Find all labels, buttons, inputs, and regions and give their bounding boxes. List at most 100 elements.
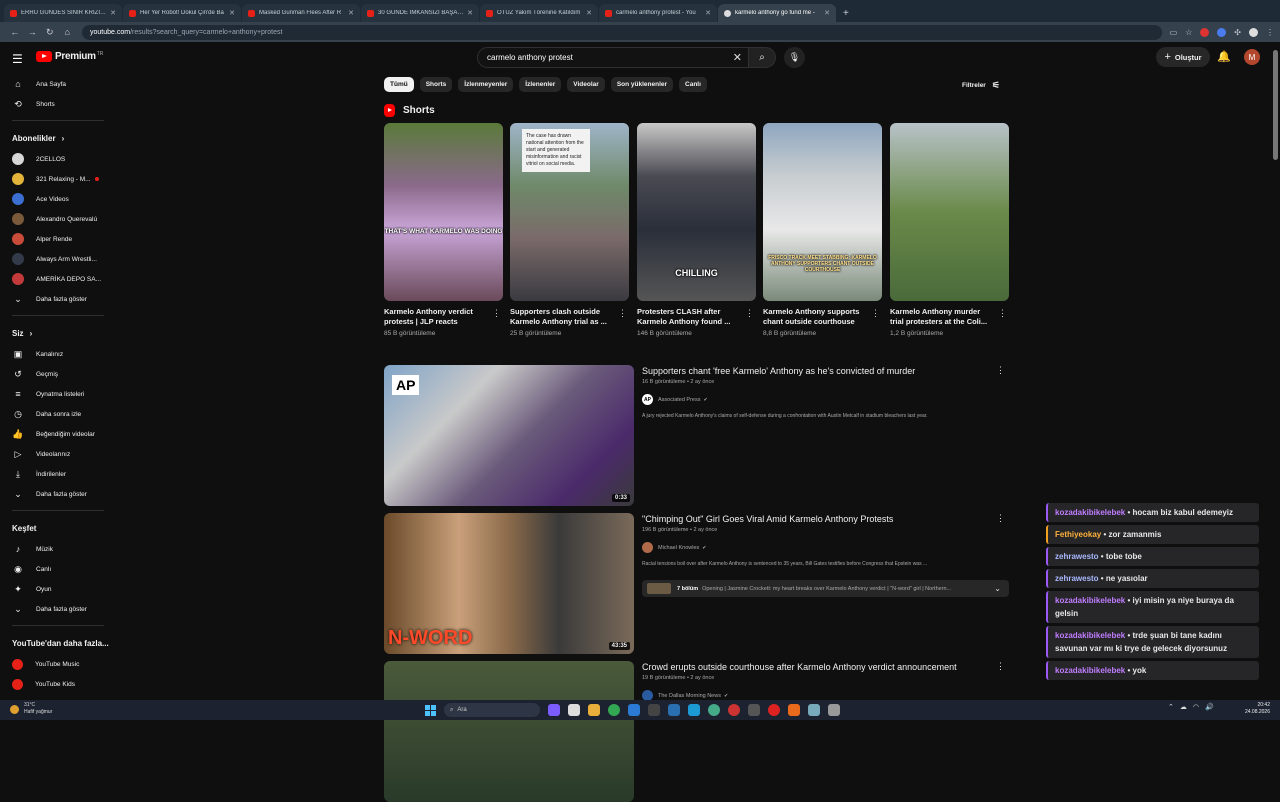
chapters-bar[interactable]: 7 bölüm Opening | Jasmine Crockett: my he… bbox=[642, 580, 1009, 597]
browser-tab[interactable]: 30 GÜNDE İMKANSIZI BAŞARM ✕ bbox=[361, 4, 479, 22]
browser-tab[interactable]: Her Yer Robot! Dokul Çin'de Ba ✕ bbox=[123, 4, 241, 22]
sidebar-item[interactable]: ≡ Oynatma listeleri bbox=[0, 384, 116, 404]
cast-icon[interactable]: ▭ bbox=[1170, 28, 1178, 37]
sidebar-item[interactable]: ⟲ Shorts bbox=[0, 94, 116, 114]
app-icon[interactable] bbox=[728, 704, 740, 716]
filter-chip[interactable]: Shorts bbox=[419, 77, 453, 92]
recorder-icon[interactable] bbox=[768, 704, 780, 716]
app-icon[interactable] bbox=[708, 704, 720, 716]
more-options-icon[interactable]: ⋮ bbox=[745, 308, 754, 319]
network-icon[interactable]: ◠ bbox=[1193, 703, 1199, 711]
sidebar-subscription[interactable]: Ace Videos bbox=[0, 189, 116, 209]
more-options-icon[interactable]: ⋮ bbox=[996, 513, 1005, 524]
photos-icon[interactable] bbox=[668, 704, 680, 716]
profile-icon[interactable] bbox=[1249, 27, 1258, 37]
show-more-button[interactable]: ⌄ Daha fazla göster bbox=[0, 484, 116, 504]
scrollbar-thumb[interactable] bbox=[1273, 50, 1278, 160]
browser-tab[interactable]: ERRU GÜNDES SİNİR KRİZİ GEÇ ✕ bbox=[4, 4, 122, 22]
sidebar-section-subscriptions[interactable]: Abonelikler › bbox=[0, 127, 116, 149]
extension-icon[interactable] bbox=[1200, 27, 1210, 37]
sidebar-item[interactable]: ✦ Oyun bbox=[0, 579, 116, 599]
page-scrollbar[interactable] bbox=[1272, 42, 1280, 700]
short-title[interactable]: Supporters clash outside Karmelo Anthony… bbox=[510, 307, 610, 327]
filter-chip[interactable]: Videolar bbox=[567, 77, 605, 92]
short-thumbnail[interactable]: CHILLING bbox=[637, 123, 756, 301]
task-view-icon[interactable] bbox=[568, 704, 580, 716]
sidebar-subscription[interactable]: AMERİKA DEPO SA... bbox=[0, 269, 116, 289]
chrome-icon[interactable] bbox=[608, 704, 620, 716]
short-thumbnail[interactable] bbox=[890, 123, 1009, 301]
volume-icon[interactable]: 🔊 bbox=[1205, 703, 1214, 711]
short-card[interactable]: Karmelo Anthony murder trial protesters … bbox=[890, 123, 1009, 337]
video-result[interactable]: N-WORD 43:35 "Chimping Out" Girl Goes Vira… bbox=[384, 513, 1009, 654]
clear-search-icon[interactable]: ✕ bbox=[733, 51, 742, 64]
sidebar-subscription[interactable]: 2CELLOS bbox=[0, 149, 116, 169]
video-result[interactable]: Crowd erupts outside courthouse after Ka… bbox=[384, 661, 1009, 802]
create-button[interactable]: + Oluştur bbox=[1156, 47, 1210, 67]
forward-icon[interactable]: → bbox=[24, 27, 42, 37]
filter-chip[interactable]: İzlenenler bbox=[519, 77, 562, 92]
short-card[interactable]: The case has drawn national attention fr… bbox=[510, 123, 629, 337]
taskbar-search[interactable]: ⌕ Ara bbox=[444, 703, 540, 717]
short-title[interactable]: Karmelo Anthony verdict protests | JLP r… bbox=[384, 307, 484, 327]
short-title[interactable]: Karmelo Anthony supports chant outside c… bbox=[763, 307, 863, 327]
video-result[interactable]: AP 0:33 Supporters chant 'free Karmelo' An… bbox=[384, 365, 1009, 506]
browser-tab[interactable]: ÖTÜZ Yakım Törenine Katıldım ✕ bbox=[480, 4, 598, 22]
close-tab-icon[interactable]: ✕ bbox=[348, 9, 354, 17]
sidebar-item[interactable]: ◷ Daha sonra izle bbox=[0, 404, 116, 424]
sidebar-subscription[interactable]: Always Arm Wrestli... bbox=[0, 249, 116, 269]
short-card[interactable]: CHILLING Protesters CLASH after Karmelo A… bbox=[637, 123, 756, 337]
video-thumbnail[interactable]: AP 0:33 bbox=[384, 365, 634, 506]
new-tab-button[interactable]: + bbox=[843, 8, 849, 19]
filter-chip[interactable]: Tümü bbox=[384, 77, 414, 92]
video-title[interactable]: Supporters chant 'free Karmelo' Anthony … bbox=[642, 365, 992, 377]
short-card[interactable]: FRISCO TRACK MEET STABBING: KARMELO ANTH… bbox=[763, 123, 882, 337]
sidebar-subscription[interactable]: 321 Relaxing - M... bbox=[0, 169, 116, 189]
sidebar-item[interactable]: ⤓ İndirilenler bbox=[0, 464, 116, 484]
close-tab-icon[interactable]: ✕ bbox=[824, 9, 830, 17]
sidebar-item[interactable]: ▣ Kanalınız bbox=[0, 344, 116, 364]
close-tab-icon[interactable]: ✕ bbox=[467, 9, 473, 17]
channel-link[interactable]: AP Associated Press ✔ bbox=[642, 394, 992, 405]
menu-dots-icon[interactable]: ⋮ bbox=[1266, 28, 1274, 37]
taskbar-clock[interactable]: 20:42 24.08.2026 bbox=[1236, 702, 1270, 716]
chevron-up-icon[interactable]: ⌃ bbox=[1168, 703, 1174, 711]
app-icon[interactable] bbox=[548, 704, 560, 716]
back-icon[interactable]: ← bbox=[6, 27, 24, 37]
voice-search-button[interactable]: 🎙 bbox=[784, 47, 805, 68]
menu-icon[interactable]: ☰ bbox=[12, 52, 23, 66]
video-thumbnail[interactable]: N-WORD 43:35 bbox=[384, 513, 634, 654]
sidebar-item[interactable]: YouTube Music bbox=[0, 654, 116, 674]
video-title[interactable]: "Chimping Out" Girl Goes Viral Amid Karm… bbox=[642, 513, 992, 525]
video-thumbnail[interactable] bbox=[384, 661, 634, 802]
reload-icon[interactable]: ↻ bbox=[41, 27, 59, 38]
short-thumbnail[interactable]: FRISCO TRACK MEET STABBING: KARMELO ANTH… bbox=[763, 123, 882, 301]
app-icon[interactable] bbox=[808, 704, 820, 716]
search-input[interactable]: carmelo anthony protest ✕ bbox=[477, 47, 749, 68]
close-tab-icon[interactable]: ✕ bbox=[229, 9, 235, 17]
puzzle-icon[interactable]: ✣ bbox=[1234, 28, 1241, 37]
show-more-button[interactable]: ⌄ Daha fazla göster bbox=[0, 599, 116, 619]
app-icon[interactable] bbox=[748, 704, 760, 716]
file-explorer-icon[interactable] bbox=[588, 704, 600, 716]
more-options-icon[interactable]: ⋮ bbox=[871, 308, 880, 319]
search-button[interactable]: ⌕ bbox=[748, 47, 776, 68]
close-tab-icon[interactable]: ✕ bbox=[705, 9, 711, 17]
sidebar-item[interactable]: ▷ Videolarınız bbox=[0, 444, 116, 464]
video-title[interactable]: Crowd erupts outside courthouse after Ka… bbox=[642, 661, 992, 673]
steam-icon[interactable] bbox=[688, 704, 700, 716]
sidebar-item[interactable]: ⌂ Ana Sayfa bbox=[0, 74, 116, 94]
filters-button[interactable]: Filtreler ⚟ bbox=[962, 80, 1000, 91]
app-icon[interactable] bbox=[648, 704, 660, 716]
sidebar-item[interactable]: ♪ Müzik bbox=[0, 539, 116, 559]
short-title[interactable]: Protesters CLASH after Karmelo Anthony f… bbox=[637, 307, 737, 327]
sidebar-item[interactable]: 👍 Beğendiğim videolar bbox=[0, 424, 116, 444]
vlc-icon[interactable] bbox=[788, 704, 800, 716]
notifications-bell-icon[interactable]: 🔔 bbox=[1217, 50, 1231, 63]
youtube-logo[interactable]: Premium TR bbox=[36, 51, 103, 62]
address-bar[interactable]: youtube.com/results?search_query=carmelo… bbox=[82, 24, 1162, 40]
sidebar-item[interactable]: ◉ Canlı bbox=[0, 559, 116, 579]
sidebar-item[interactable]: YouTube Kids bbox=[0, 674, 116, 694]
close-tab-icon[interactable]: ✕ bbox=[110, 9, 116, 17]
more-options-icon[interactable]: ⋮ bbox=[996, 661, 1005, 672]
